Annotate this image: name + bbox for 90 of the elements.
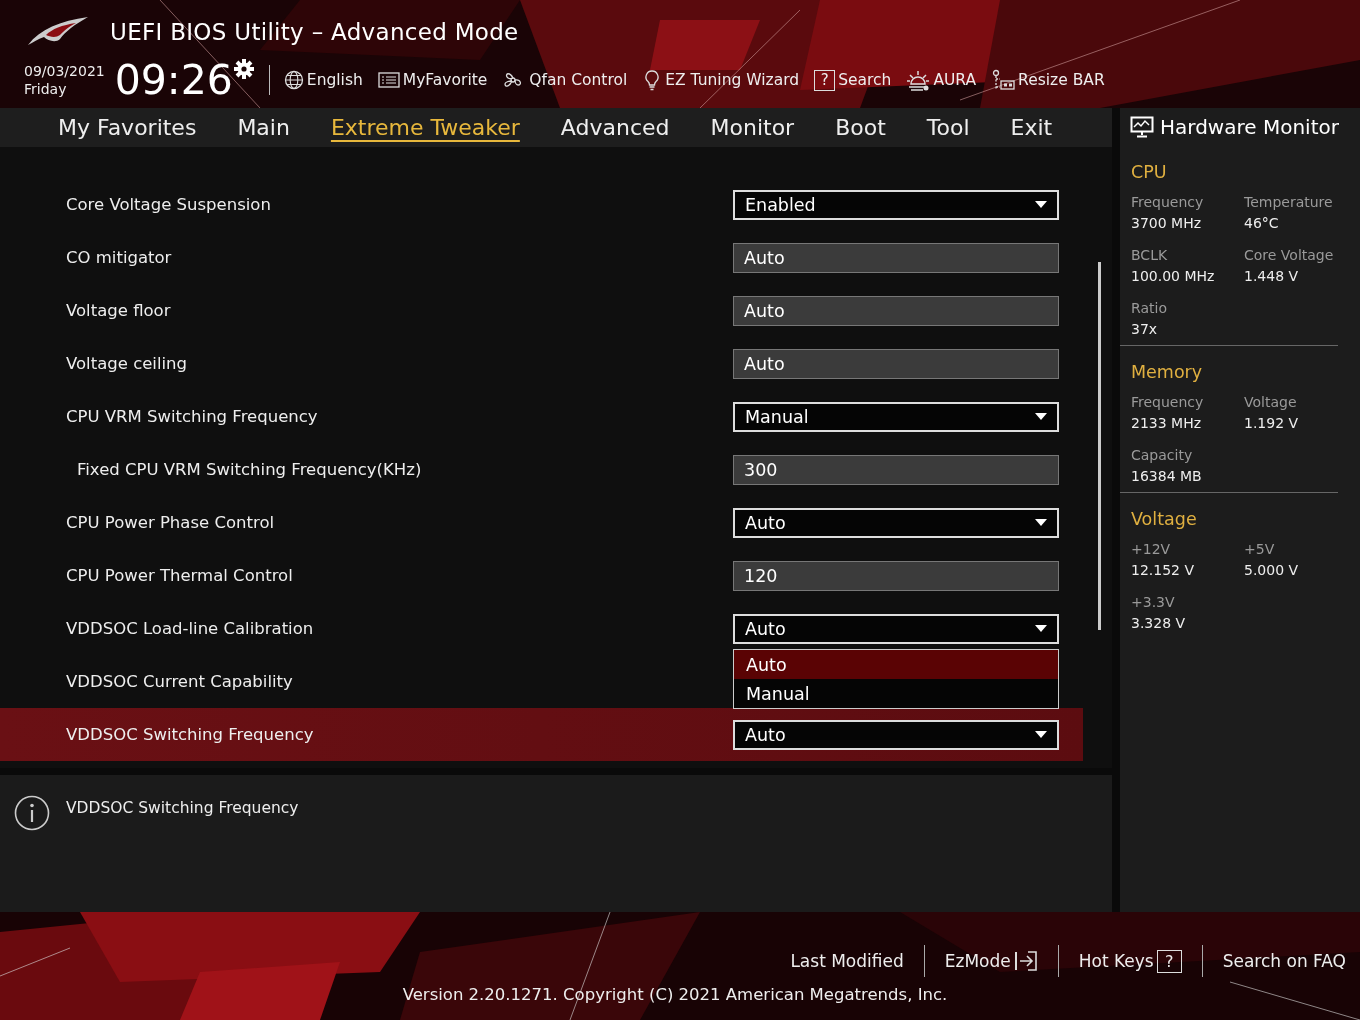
reading-value: 5.000 V	[1244, 562, 1300, 578]
dropdown[interactable]: Auto	[733, 613, 1059, 644]
reading-value: 3700 MHz	[1131, 215, 1203, 231]
footer-link[interactable]: Hot Keys ?	[1058, 949, 1202, 973]
panel-title: Hardware Monitor	[1160, 115, 1339, 139]
menu-tab[interactable]: Monitor	[698, 108, 807, 147]
value-field[interactable]: Auto	[733, 348, 1059, 379]
menu-tab[interactable]: Extreme Tweaker	[318, 108, 532, 147]
setting-label: CO mitigator	[65, 248, 173, 267]
value-field[interactable]: 300	[733, 454, 1059, 485]
reading-value: 1.192 V	[1244, 415, 1300, 431]
reading-value: 3.328 V	[1131, 615, 1187, 631]
caret-icon	[1035, 625, 1047, 632]
monitor-icon	[1130, 116, 1154, 138]
question-icon: ?	[814, 69, 836, 91]
menu-option[interactable]: Auto	[734, 650, 1058, 679]
setting-label: VDDSOC Switching Frequency	[65, 725, 315, 744]
reading-label: Voltage	[1244, 394, 1298, 410]
reading-label: Capacity	[1131, 447, 1194, 463]
info-icon	[14, 795, 50, 831]
menu-option[interactable]: Manual	[734, 679, 1058, 708]
toolbar-button[interactable]: MyFavorite	[377, 70, 488, 90]
scrollbar[interactable]	[1098, 262, 1101, 630]
list-icon	[377, 70, 400, 90]
menu-tab[interactable]: My Favorites	[46, 108, 209, 147]
setting-label: VDDSOC Load-line Calibration	[65, 619, 315, 638]
reading-label: +5V	[1244, 541, 1276, 557]
toolbar-button[interactable]: EZ Tuning Wizard	[642, 69, 800, 91]
reading-label: +12V	[1131, 541, 1172, 557]
dropdown[interactable]: Enabled	[733, 189, 1059, 220]
help-text: VDDSOC Switching Frequency	[66, 798, 299, 817]
section-title: Voltage	[1131, 509, 1198, 529]
menu-tab[interactable]: Tool	[914, 108, 982, 147]
setting-label: VDDSOC Current Capability	[65, 672, 294, 691]
reading-label: Temperature	[1244, 194, 1334, 210]
exit-icon	[1013, 950, 1038, 972]
setting-label: Core Voltage Suspension	[65, 195, 272, 214]
expansion-card-icon	[991, 69, 1016, 91]
footer-link[interactable]: Search on FAQ	[1202, 951, 1346, 971]
value-field[interactable]: 120	[733, 560, 1059, 591]
dropdown[interactable]: Auto	[733, 507, 1059, 538]
menu-tab[interactable]: Advanced	[548, 108, 682, 147]
setting-label: CPU Power Phase Control	[65, 513, 276, 532]
section-title: CPU	[1131, 162, 1168, 182]
value-field[interactable]: Auto	[733, 295, 1059, 326]
footer-link[interactable]: Last Modified	[770, 951, 924, 971]
menu-tab[interactable]: Boot	[823, 108, 898, 147]
section-title: Memory	[1131, 362, 1204, 382]
dropdown[interactable]: Manual	[733, 401, 1059, 432]
reading-label: BCLK	[1131, 247, 1169, 263]
menu-tab[interactable]: Main	[225, 108, 302, 147]
reading-value: 2133 MHz	[1131, 415, 1203, 431]
menu-tab[interactable]: Exit	[998, 108, 1065, 147]
reading-value: 37x	[1131, 321, 1159, 337]
toolbar-button[interactable]: ? Search	[814, 69, 892, 91]
clock-time: 09:26	[114, 58, 233, 102]
setting-label: Voltage ceiling	[65, 354, 189, 373]
footer-link[interactable]: EzMode	[924, 950, 1058, 972]
setting-label: CPU VRM Switching Frequency	[65, 407, 319, 426]
caret-icon	[1035, 519, 1047, 526]
globe-icon	[283, 70, 304, 90]
date: 09/03/2021	[24, 62, 105, 80]
settings-icon[interactable]	[232, 58, 255, 80]
toolbar-button[interactable]: AURA	[906, 68, 977, 92]
reading-label: Frequency	[1131, 194, 1205, 210]
setting-label: Fixed CPU VRM Switching Frequency(KHz)	[76, 460, 423, 479]
version-text: Version 2.20.1271. Copyright (C) 2021 American Megatrends, Inc.	[401, 985, 949, 1004]
setting-label: Voltage floor	[65, 301, 172, 320]
reading-label: Frequency	[1131, 394, 1205, 410]
reading-value: 16384 MB	[1131, 468, 1203, 484]
caret-icon	[1035, 413, 1047, 420]
reading-value: 100.00 MHz	[1131, 268, 1216, 284]
sun-icon	[906, 68, 931, 92]
caret-icon	[1035, 731, 1047, 738]
reading-value: 1.448 V	[1244, 268, 1300, 284]
toolbar-button[interactable]: English	[283, 70, 363, 90]
toolbar-button[interactable]: Resize BAR	[991, 69, 1105, 91]
caret-icon	[1035, 201, 1047, 208]
reading-label: +3.3V	[1131, 594, 1176, 610]
window-title: UEFI BIOS Utility – Advanced Mode	[110, 19, 519, 45]
setting-label: CPU Power Thermal Control	[65, 566, 294, 585]
value-field[interactable]: Auto	[733, 242, 1059, 273]
reading-value: 12.152 V	[1131, 562, 1195, 578]
reading-label: Ratio	[1131, 300, 1168, 316]
question-icon: ?	[1156, 949, 1182, 973]
dropdown[interactable]: Auto	[733, 719, 1059, 750]
reading-label: Core Voltage	[1244, 247, 1335, 263]
weekday: Friday	[24, 80, 68, 98]
reading-value: 46°C	[1244, 215, 1280, 231]
toolbar-button[interactable]: Qfan Control	[502, 69, 628, 91]
